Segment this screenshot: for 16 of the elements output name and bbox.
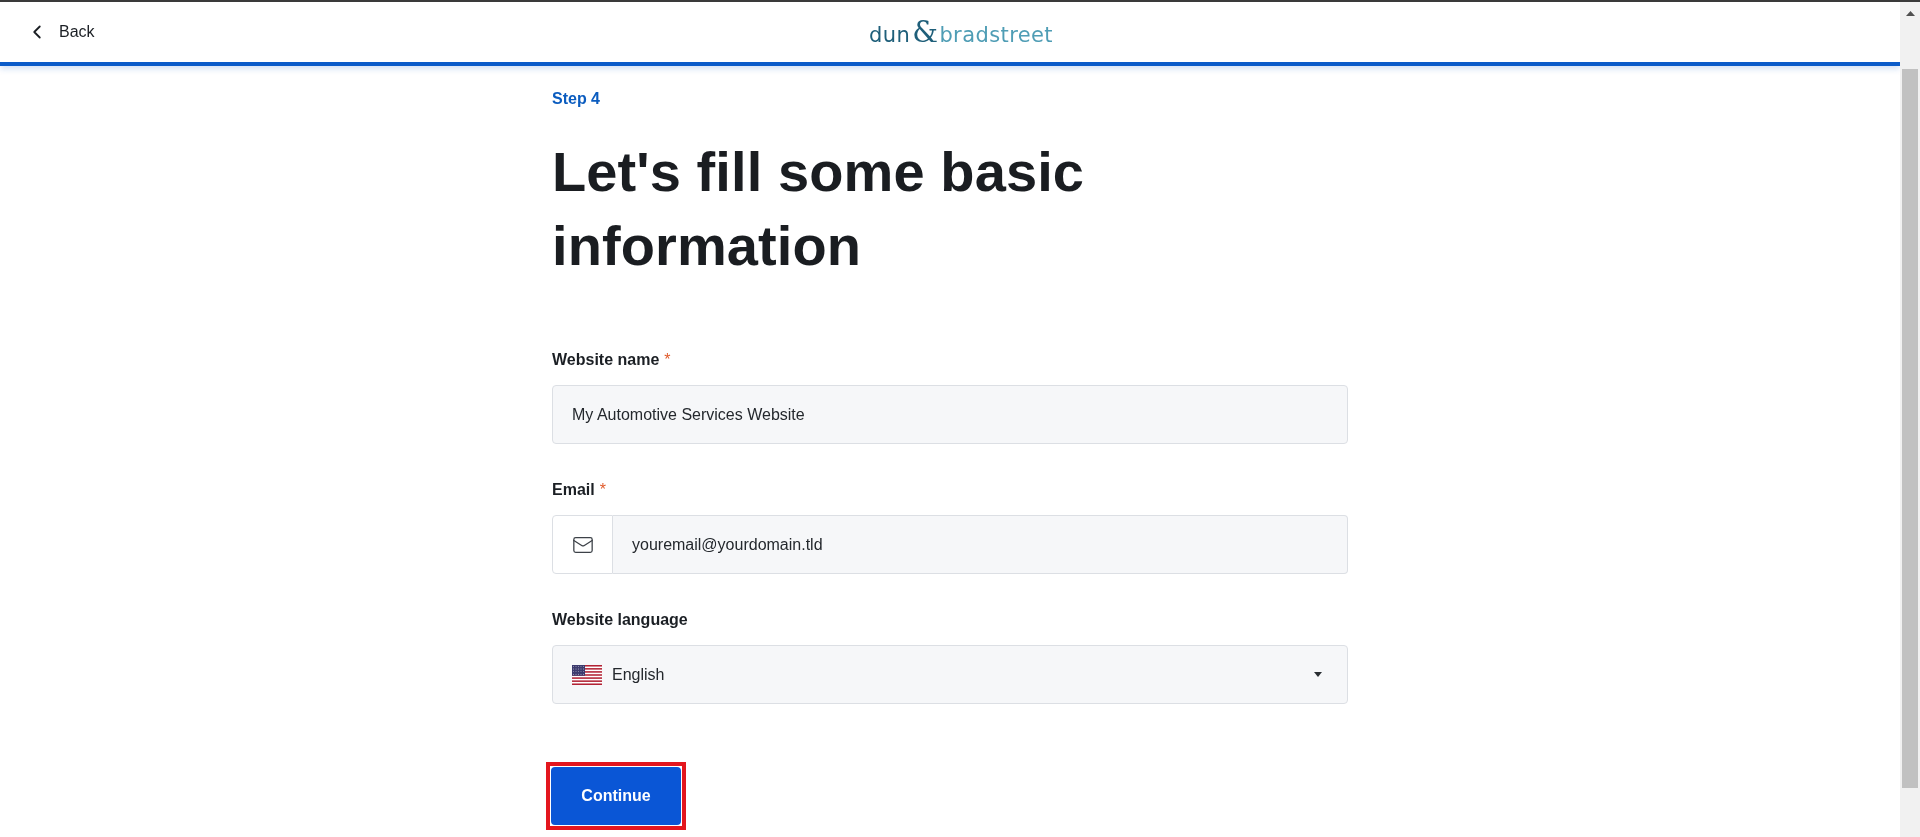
mail-icon [552, 515, 613, 574]
continue-button[interactable]: Continue [551, 767, 681, 825]
email-input[interactable]: youremail@yourdomain.tld [613, 515, 1348, 574]
caret-icon [1314, 672, 1322, 677]
page-heading: Let's fill some basic information [552, 139, 1086, 279]
field-label: Email * [552, 480, 606, 500]
scrollbar-thumb[interactable] [1902, 69, 1918, 788]
step-label: Step 4 [552, 89, 601, 109]
brand-logo: dun&bradstreet [869, 15, 1053, 49]
back-button[interactable]: Back [22, 19, 99, 45]
field-label: Website name * [552, 350, 671, 370]
scroll-up-icon[interactable] [1905, 11, 1915, 16]
us-flag-icon [572, 664, 602, 685]
input-field[interactable]: My Automotive Services Website [552, 385, 1348, 444]
field-label: Website language [552, 610, 688, 630]
language-select[interactable]: English [552, 645, 1348, 704]
